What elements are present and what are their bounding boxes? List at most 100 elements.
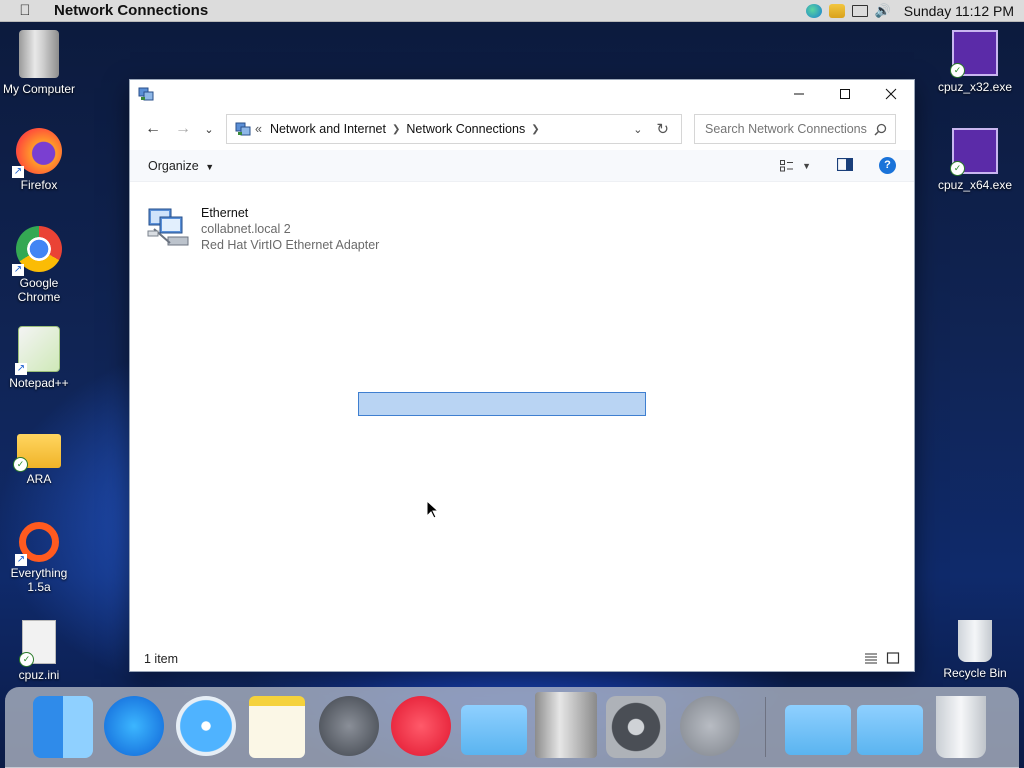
desktop-icon-chrome[interactable]: ↗ Google Chrome — [0, 226, 79, 304]
address-dropdown-button[interactable]: ⌄ — [633, 123, 642, 136]
chevron-down-icon: ⌄ — [633, 123, 643, 136]
desktop-icon-ara[interactable]: ✓ ARA — [0, 428, 79, 486]
desktop-icon-label: cpuz_x32.exe — [937, 80, 1013, 94]
forward-button[interactable]: → — [168, 115, 198, 143]
organize-button[interactable]: Organize ▼ — [148, 159, 214, 173]
folder-icon[interactable] — [785, 705, 851, 755]
desktop-icon-label: My Computer — [2, 82, 76, 96]
clock[interactable]: Sunday 11:12 PM — [904, 3, 1014, 19]
settings-file-icon: ✓ — [19, 620, 56, 667]
desktop-icon-cpuz-ini[interactable]: ✓ cpuz.ini — [0, 620, 79, 682]
status-view-toggles — [864, 651, 900, 667]
desktop-icon-firefox[interactable]: ↗ Firefox — [0, 128, 79, 192]
preview-pane-icon — [836, 157, 854, 171]
network-icon[interactable] — [851, 4, 868, 17]
refresh-button[interactable]: ↻ — [656, 120, 669, 138]
large-icons-view-icon — [886, 651, 900, 664]
desktop-icon-label: cpuz_x64.exe — [937, 178, 1013, 192]
file-list[interactable]: Ethernet collabnet.local 2 Red Hat VirtI… — [130, 197, 914, 647]
notes-icon[interactable] — [249, 696, 305, 758]
network-connections-icon — [235, 121, 251, 137]
dropdown-caret-icon: ▼ — [802, 160, 811, 171]
connection-name: Ethernet — [201, 206, 249, 220]
firefox-icon: ↗ — [12, 128, 62, 178]
mac-pro-icon[interactable] — [535, 692, 597, 758]
maximize-button[interactable] — [822, 80, 868, 108]
minimize-icon — [794, 93, 804, 95]
title-bar[interactable] — [130, 80, 914, 108]
dock-separator — [765, 697, 766, 757]
desktop-icon-notepadpp[interactable]: ↗ Notepad++ — [0, 326, 79, 390]
power-icon[interactable] — [680, 696, 740, 756]
music-icon[interactable] — [391, 696, 451, 756]
shortcut-arrow-icon: ↗ — [12, 264, 24, 276]
chevron-right-icon[interactable]: ❯ — [531, 124, 539, 135]
navigation-bar: ← → ⌄ « Network and Internet ❯ Network C… — [130, 108, 914, 150]
system-preferences-icon[interactable] — [606, 696, 666, 758]
preview-pane-button[interactable] — [836, 157, 854, 174]
maximize-icon — [840, 89, 850, 99]
recent-locations-button[interactable]: ⌄ — [198, 115, 220, 143]
desktop-icon-recycle-bin[interactable]: Recycle Bin — [935, 620, 1015, 680]
sync-check-icon: ✓ — [19, 652, 34, 667]
organize-label: Organize — [148, 158, 199, 173]
desktop-icon-label: Recycle Bin — [943, 666, 1007, 680]
selection-rectangle — [358, 392, 646, 416]
breadcrumb-overflow[interactable]: « — [255, 122, 262, 136]
search-input[interactable] — [703, 121, 874, 137]
close-button[interactable] — [868, 80, 914, 108]
address-bar[interactable]: « Network and Internet ❯ Network Connect… — [226, 114, 682, 144]
folder-icon[interactable] — [857, 705, 923, 755]
edge-icon[interactable] — [805, 3, 822, 18]
shortcut-arrow-icon: ↗ — [15, 554, 27, 566]
breadcrumb-network-connections[interactable]: Network Connections — [406, 122, 525, 136]
arrow-right-icon: → — [175, 120, 191, 137]
sync-check-icon: ✓ — [13, 457, 28, 472]
shortcut-arrow-icon: ↗ — [12, 166, 24, 178]
connection-adapter: Red Hat VirtIO Ethernet Adapter — [201, 238, 380, 252]
safari-icon[interactable] — [176, 696, 236, 756]
desktop-icon-cpuz-x64[interactable]: ✓ cpuz_x64.exe — [935, 128, 1015, 192]
close-icon — [885, 88, 897, 100]
apple-icon[interactable]:  — [14, 2, 36, 19]
details-view-button[interactable] — [864, 652, 878, 667]
desktop-icon-label: Everything 1.5a — [10, 566, 68, 594]
volume-icon[interactable]: 🔊 — [875, 3, 891, 19]
breadcrumb-network-and-internet[interactable]: Network and Internet — [270, 122, 386, 136]
mouse-cursor-icon — [426, 500, 440, 519]
launchpad-icon[interactable] — [319, 696, 379, 756]
view-tiles-icon — [780, 159, 794, 171]
desktop-icon-label: Notepad++ — [9, 376, 69, 390]
search-icon[interactable] — [874, 123, 887, 136]
status-bar: 1 item — [130, 647, 914, 671]
explorer-window: ← → ⌄ « Network and Internet ❯ Network C… — [130, 80, 914, 671]
active-app-title[interactable]: Network Connections — [54, 2, 208, 19]
minimize-button[interactable] — [776, 80, 822, 108]
arrow-left-icon: ← — [145, 120, 161, 137]
trash-icon[interactable] — [936, 696, 986, 758]
folder-icon[interactable] — [461, 705, 527, 755]
search-box[interactable] — [694, 114, 896, 144]
window-controls — [776, 80, 914, 108]
help-icon[interactable]: ? — [879, 157, 896, 174]
desktop-icon-everything[interactable]: ↗ Everything 1.5a — [0, 522, 79, 594]
shortcut-arrow-icon: ↗ — [15, 363, 27, 375]
desktop-icon-my-computer[interactable]: My Computer — [0, 30, 79, 96]
dropdown-caret-icon: ▼ — [205, 161, 215, 172]
command-bar: Organize ▼ ▼ ? — [130, 150, 914, 182]
network-connections-icon — [138, 86, 154, 102]
explorer-tray-icon[interactable] — [828, 3, 845, 18]
change-view-button[interactable]: ▼ — [780, 159, 811, 172]
large-icons-view-button[interactable] — [886, 651, 900, 667]
app-store-icon[interactable] — [104, 696, 164, 756]
view-controls: ▼ ? — [780, 157, 896, 174]
ethernet-adapter-icon — [146, 205, 194, 253]
chevron-right-icon[interactable]: ❯ — [392, 124, 400, 135]
finder-icon[interactable] — [33, 696, 93, 758]
list-item-ethernet[interactable]: Ethernet collabnet.local 2 Red Hat VirtI… — [146, 205, 379, 253]
sync-check-icon: ✓ — [950, 63, 965, 78]
recycle-bin-icon — [958, 620, 992, 662]
back-button[interactable]: ← — [138, 115, 168, 143]
desktop-icon-cpuz-x32[interactable]: ✓ cpuz_x32.exe — [935, 30, 1015, 94]
desktop-icon-label: cpuz.ini — [18, 668, 60, 682]
